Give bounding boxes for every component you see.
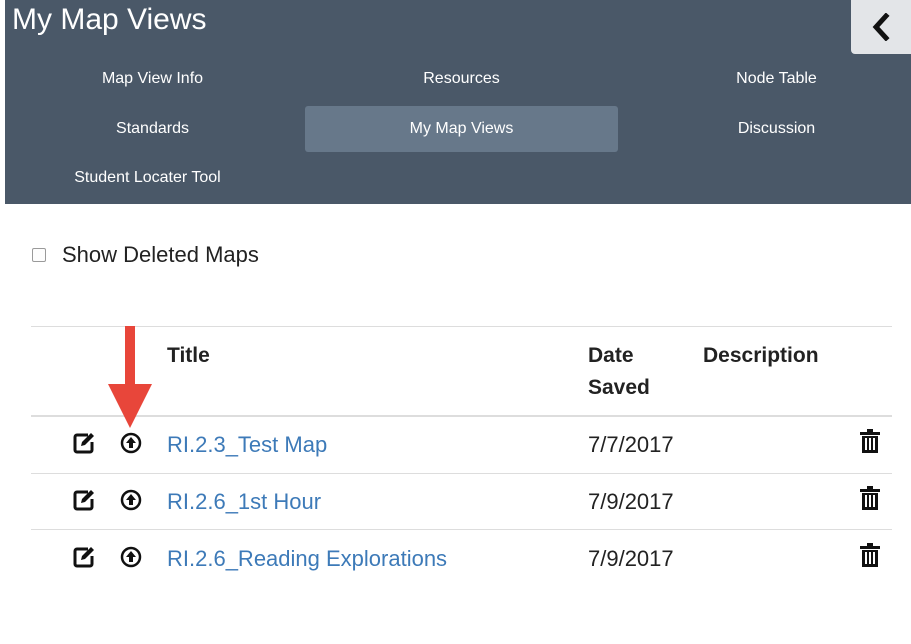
column-header-description: Description: [703, 344, 819, 367]
annotation-arrow: [108, 326, 152, 428]
tab-my-map-views[interactable]: My Map Views: [305, 106, 618, 152]
row-separator: [31, 473, 892, 474]
date-saved: 7/9/2017: [588, 546, 674, 571]
trash-icon[interactable]: [858, 429, 882, 453]
upload-circle-icon[interactable]: [119, 488, 143, 512]
tab-standards[interactable]: Standards: [0, 106, 309, 152]
tab-discussion[interactable]: Discussion: [620, 106, 911, 152]
tab-map-view-info[interactable]: Map View Info: [0, 56, 309, 102]
tab-node-table[interactable]: Node Table: [620, 56, 911, 102]
row-separator: [31, 529, 892, 530]
column-header-date-line1: Date: [588, 344, 634, 367]
upload-circle-icon[interactable]: [119, 431, 143, 455]
show-deleted-maps-label: Show Deleted Maps: [62, 242, 259, 267]
date-saved: 7/7/2017: [588, 432, 674, 457]
upload-circle-icon[interactable]: [119, 545, 143, 569]
edit-icon[interactable]: [72, 488, 96, 512]
column-header-title: Title: [167, 344, 210, 367]
page-title: My Map Views: [12, 3, 207, 36]
map-title-link[interactable]: RI.2.3_Test Map: [167, 431, 327, 459]
map-title-link[interactable]: RI.2.6_Reading Explorations: [167, 545, 447, 573]
collapse-panel-button[interactable]: [851, 0, 911, 54]
header-separator: [31, 415, 892, 417]
tab-student-locater-tool[interactable]: Student Locater Tool: [0, 155, 304, 201]
show-deleted-maps-option: Show Deleted Maps: [32, 242, 259, 268]
table-top-border: [31, 326, 892, 327]
side-panel-header: My Map Views Map View Info Resources Nod…: [5, 0, 911, 204]
trash-icon[interactable]: [858, 486, 882, 510]
edit-icon[interactable]: [72, 431, 96, 455]
date-saved: 7/9/2017: [588, 489, 674, 514]
show-deleted-maps-checkbox[interactable]: [32, 248, 46, 262]
chevron-left-icon: [872, 13, 890, 41]
column-header-date-line2: Saved: [588, 376, 650, 399]
tab-resources[interactable]: Resources: [305, 56, 618, 102]
map-title-link[interactable]: RI.2.6_1st Hour: [167, 488, 321, 516]
trash-icon[interactable]: [858, 543, 882, 567]
edit-icon[interactable]: [72, 545, 96, 569]
